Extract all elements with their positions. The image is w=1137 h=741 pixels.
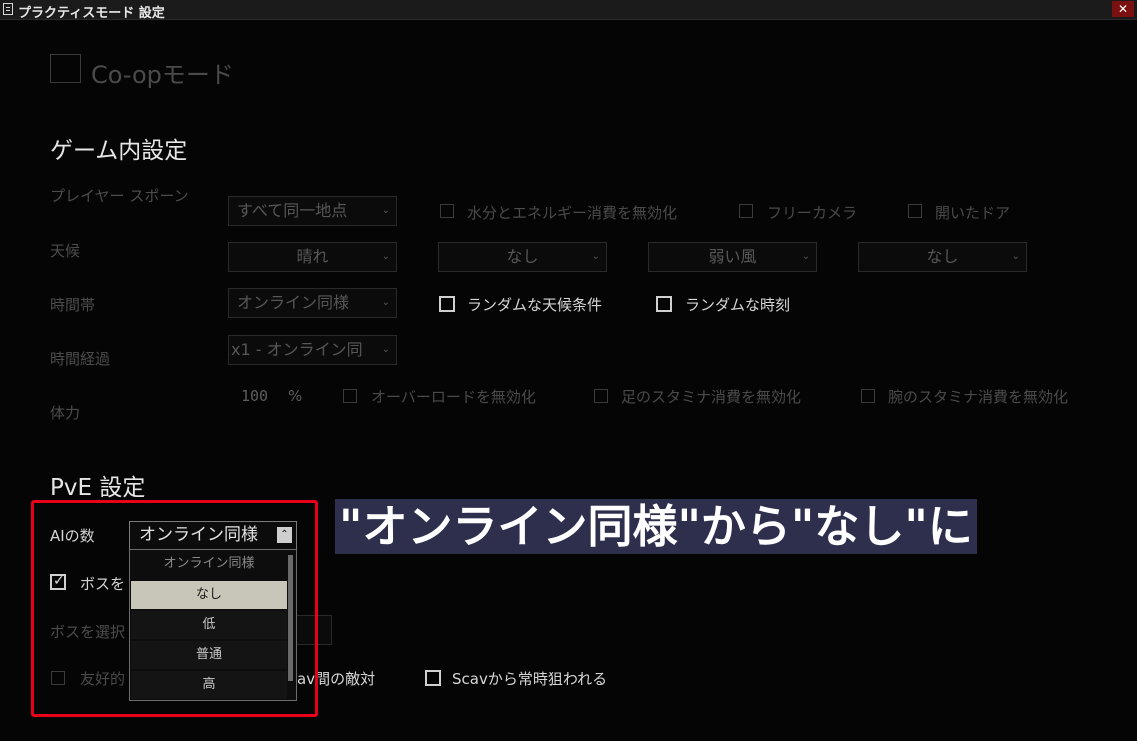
disable-hydration-label: 水分とエネルギー消費を無効化 xyxy=(467,204,678,222)
disable-arm-stamina-checkbox[interactable] xyxy=(861,389,875,403)
player-spawn-select[interactable]: すべて同一地点 ⌄ xyxy=(228,196,397,226)
time-of-day-value: オンライン同様 xyxy=(237,293,350,312)
highlight-box xyxy=(31,500,318,717)
disable-overload-label: オーバーロードを無効化 xyxy=(371,388,536,406)
chevron-down-icon: ⌄ xyxy=(381,344,390,355)
title-bar: プラクティスモード 設定 ✕ xyxy=(0,0,1137,21)
disable-hydration-checkbox[interactable] xyxy=(440,204,454,218)
chevron-down-icon: ⌄ xyxy=(801,251,810,262)
stamina-input[interactable]: 100 xyxy=(241,387,268,405)
disable-leg-stamina-checkbox[interactable] xyxy=(594,389,608,403)
annotation-caption: "オンライン同様"から"なし"に xyxy=(335,499,977,554)
disable-overload-checkbox[interactable] xyxy=(343,389,357,403)
chevron-down-icon: ⌄ xyxy=(381,205,390,216)
time-flow-select[interactable]: x1 - オンライン同 ⌄ xyxy=(228,335,397,365)
chevron-down-icon: ⌄ xyxy=(381,251,390,262)
clouds-select[interactable]: 晴れ ⌄ xyxy=(228,242,397,272)
chevron-down-icon: ⌄ xyxy=(591,251,600,262)
coop-label: Co-opモード xyxy=(91,61,234,89)
open-doors-checkbox[interactable] xyxy=(908,204,922,218)
weather-label: 天候 xyxy=(50,242,81,260)
player-spawn-label: プレイヤー スポーン xyxy=(50,187,189,205)
free-camera-label: フリーカメラ xyxy=(767,204,858,222)
random-weather-label: ランダムな天候条件 xyxy=(467,296,603,314)
random-time-checkbox[interactable] xyxy=(656,296,672,312)
time-of-day-select[interactable]: オンライン同様 ⌄ xyxy=(228,288,397,318)
pve-section-title: PvE 設定 xyxy=(50,475,146,501)
open-doors-label: 開いたドア xyxy=(935,204,1011,222)
close-button[interactable]: ✕ xyxy=(1112,1,1134,17)
fog-value: なし xyxy=(506,247,539,266)
random-time-label: ランダムな時刻 xyxy=(685,296,791,314)
chevron-down-icon: ⌄ xyxy=(1011,251,1020,262)
disable-leg-stamina-label: 足のスタミナ消費を無効化 xyxy=(621,388,802,406)
free-camera-checkbox[interactable] xyxy=(739,204,753,218)
wind-select[interactable]: 弱い風 ⌄ xyxy=(648,242,817,272)
time-flow-label: 時間経過 xyxy=(50,350,111,368)
time-flow-value: x1 - オンライン同 xyxy=(231,340,363,359)
document-icon xyxy=(3,3,13,15)
clouds-value: 晴れ xyxy=(296,247,329,266)
ingame-section-title: ゲーム内設定 xyxy=(50,138,188,164)
time-of-day-label: 時間帯 xyxy=(50,296,96,314)
fog-select[interactable]: なし ⌄ xyxy=(438,242,607,272)
disable-arm-stamina-label: 腕のスタミナ消費を無効化 xyxy=(888,388,1069,406)
rain-select[interactable]: なし ⌄ xyxy=(858,242,1027,272)
scav-always-target-label: Scavから常時狙われる xyxy=(452,670,608,688)
window-title: プラクティスモード 設定 xyxy=(18,6,165,21)
random-weather-checkbox[interactable] xyxy=(439,296,455,312)
player-spawn-value: すべて同一地点 xyxy=(237,201,348,220)
rain-value: なし xyxy=(926,247,959,266)
wind-value: 弱い風 xyxy=(708,247,757,266)
stamina-unit: % xyxy=(288,387,303,405)
coop-checkbox[interactable] xyxy=(50,54,81,83)
scav-always-target-checkbox[interactable] xyxy=(425,670,441,686)
stamina-label: 体力 xyxy=(50,404,81,422)
chevron-down-icon: ⌄ xyxy=(381,297,390,308)
